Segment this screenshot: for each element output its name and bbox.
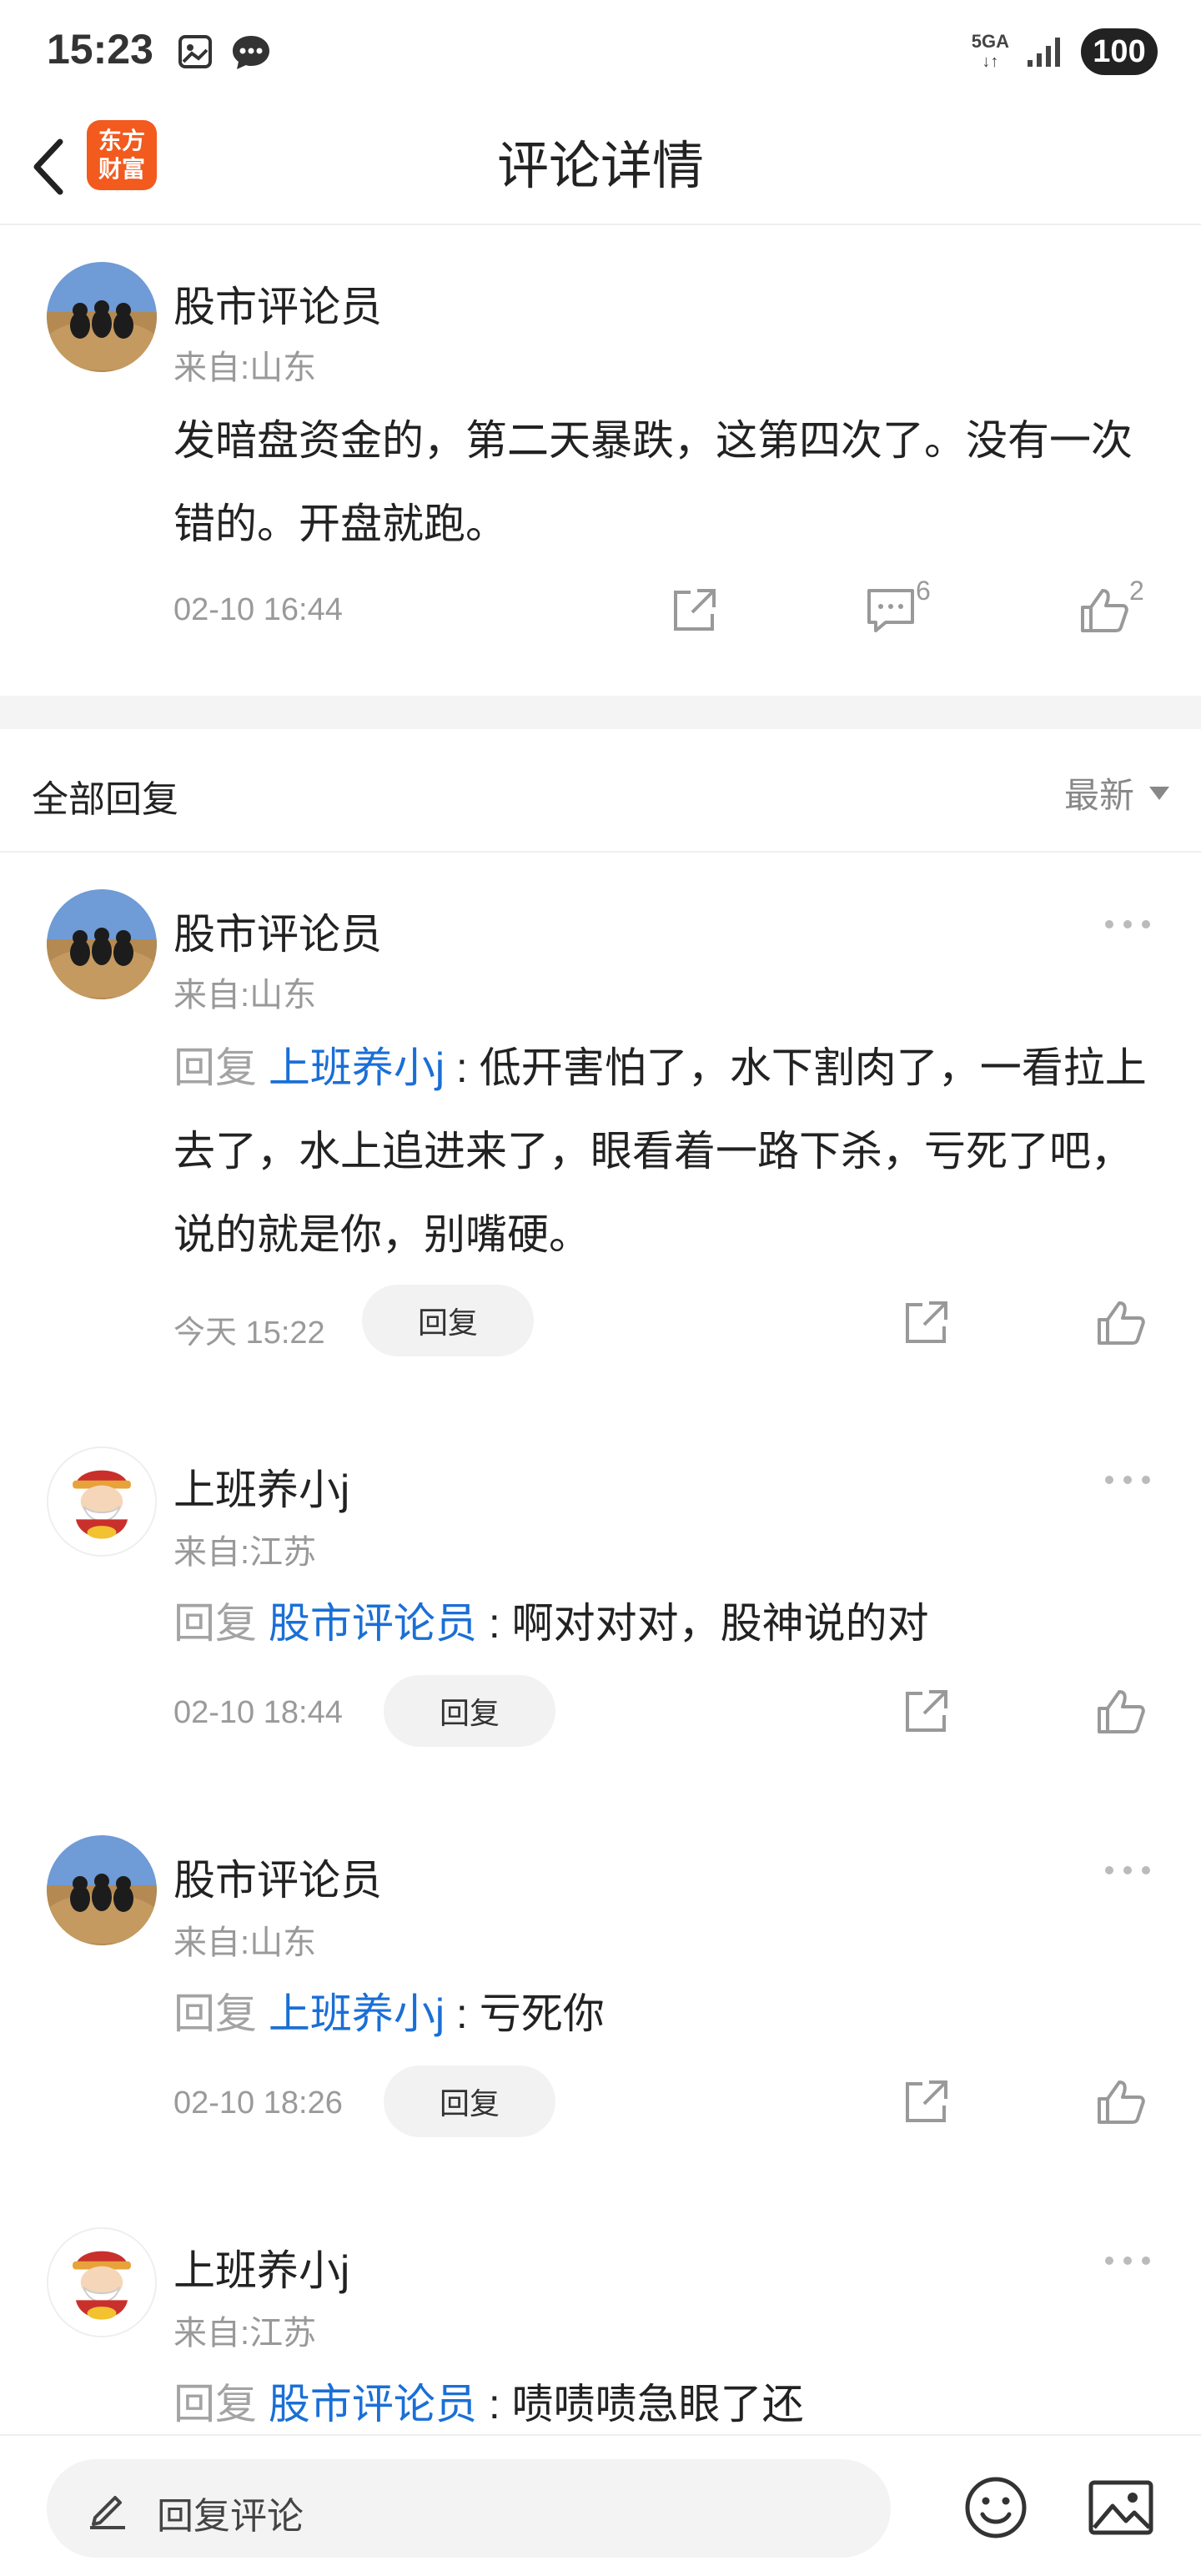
more-icon[interactable]	[1103, 916, 1153, 933]
reply-author[interactable]: 股市评论员	[173, 1847, 382, 1907]
nav-bar: 评论详情	[0, 108, 1201, 225]
reply-target-link[interactable]: 股市评论员	[269, 2381, 477, 2428]
reply-time: 02-10 18:26	[173, 2085, 343, 2121]
avatar[interactable]	[47, 2227, 157, 2337]
reply-text: 回复 股市评论员 : 啊对对对，股神说的对	[173, 1600, 929, 1647]
image-icon[interactable]	[1086, 2473, 1156, 2543]
signal-icon	[1028, 38, 1060, 67]
like-icon[interactable]	[1094, 1296, 1148, 1350]
reply-input-placeholder: 回复评论	[157, 2496, 304, 2537]
share-icon[interactable]	[667, 584, 721, 637]
reply-location: 来自:江苏	[173, 2315, 317, 2352]
post-text: 发暗盘资金的，第二天暴跌，这第四次了。没有一次错的。开盘就跑。	[173, 417, 1133, 547]
share-icon[interactable]	[899, 1685, 952, 1738]
like-icon[interactable]	[1094, 1685, 1148, 1738]
like-icon[interactable]	[1078, 584, 1131, 637]
reply-author[interactable]: 上班养小j	[173, 1457, 349, 1517]
comment-icon[interactable]	[864, 584, 917, 637]
comment-count: 6	[916, 576, 931, 606]
replies-header: 全部回复 最新	[0, 729, 1201, 853]
battery-indicator: 100	[1081, 28, 1158, 75]
avatar-fortune-god-image	[48, 1448, 155, 1555]
status-time: 15:23	[47, 26, 153, 73]
like-icon[interactable]	[1094, 2075, 1148, 2129]
replies-title: 全部回复	[32, 779, 178, 820]
reply-text: 回复 上班养小j : 低开害怕了，水下割肉了，一看拉上去了，水上追进来了，眼看着…	[173, 1044, 1147, 1258]
reply-button[interactable]: 回复	[362, 1285, 534, 1356]
reply-author[interactable]: 股市评论员	[173, 901, 382, 961]
network-indicator: 5GA ↓↑	[971, 31, 1009, 72]
section-divider	[0, 696, 1201, 729]
dropdown-arrow-icon	[1149, 786, 1169, 800]
avatar[interactable]	[47, 1446, 157, 1557]
avatar-dogs-image	[47, 262, 157, 372]
page-title: 评论详情	[496, 138, 704, 195]
reply-author[interactable]: 上班养小j	[173, 2237, 349, 2297]
screenshot-icon	[178, 35, 212, 68]
share-icon[interactable]	[899, 1296, 952, 1350]
emoji-icon[interactable]	[961, 2473, 1031, 2543]
more-icon[interactable]	[1103, 1862, 1153, 1879]
more-icon[interactable]	[1103, 2252, 1153, 2269]
reply-target-link[interactable]: 上班养小j	[269, 1044, 445, 1091]
avatar[interactable]	[47, 262, 157, 372]
reply-button[interactable]: 回复	[384, 1675, 555, 1747]
post-author[interactable]: 股市评论员	[173, 274, 382, 334]
pen-icon	[90, 2496, 125, 2529]
post-location: 来自:山东	[173, 350, 317, 386]
reply-time: 今天 15:22	[173, 1316, 325, 1351]
avatar-dogs-image	[47, 889, 157, 999]
reply-location: 来自:山东	[173, 977, 317, 1014]
reply-location: 来自:江苏	[173, 1534, 317, 1571]
sort-dropdown[interactable]: 最新	[1064, 767, 1169, 818]
more-icon[interactable]	[1103, 1472, 1153, 1488]
reply-text: 回复 股市评论员 : 啧啧啧急眼了还	[173, 2381, 804, 2428]
reply-target-link[interactable]: 股市评论员	[269, 1600, 477, 1647]
avatar[interactable]	[47, 1835, 157, 1945]
avatar[interactable]	[47, 889, 157, 999]
app-logo: 东方 财富	[87, 120, 157, 190]
avatar-dogs-image	[47, 1835, 157, 1945]
avatar-fortune-god-image	[48, 2229, 155, 2336]
reply-text: 回复 上班养小j : 亏死你	[173, 1990, 605, 2037]
message-icon	[233, 36, 269, 69]
reply-input[interactable]: 回复评论	[47, 2459, 891, 2558]
like-count: 2	[1129, 576, 1144, 606]
sort-label: 最新	[1063, 776, 1134, 815]
share-icon[interactable]	[899, 2075, 952, 2129]
reply-time: 02-10 18:44	[173, 1695, 343, 1730]
back-arrow-icon[interactable]	[23, 133, 73, 200]
status-bar: 15:23 5GA ↓↑ 100	[0, 0, 1201, 108]
reply-button[interactable]: 回复	[384, 2065, 555, 2137]
reply-location: 来自:山东	[173, 1924, 317, 1961]
post-time: 02-10 16:44	[173, 592, 343, 627]
bottom-bar: 回复评论	[0, 2434, 1201, 2576]
reply-target-link[interactable]: 上班养小j	[269, 1990, 445, 2037]
status-right: 5GA ↓↑ 100	[972, 28, 1158, 75]
